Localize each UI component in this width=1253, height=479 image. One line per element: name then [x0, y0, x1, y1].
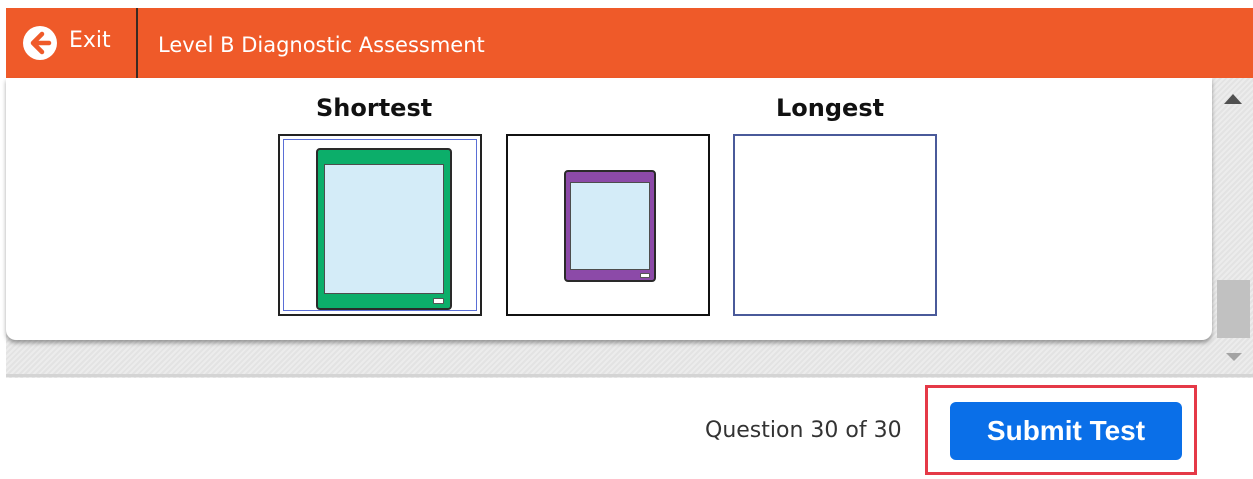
submit-test-button[interactable]: Submit Test — [950, 402, 1182, 460]
question-card: Shortest Longest — [6, 78, 1212, 340]
top-bar: Exit Level B Diagnostic Assessment — [6, 8, 1253, 78]
header-divider — [136, 8, 138, 78]
scroll-down-arrow-icon[interactable] — [1226, 353, 1242, 361]
vertical-scrollbar[interactable] — [1216, 78, 1253, 374]
exit-button[interactable]: Exit — [22, 24, 111, 62]
shortest-label: Shortest — [316, 94, 433, 122]
content-divider — [6, 374, 1253, 377]
footer-bar: Question 30 of 30 Submit Test — [0, 378, 1253, 479]
scroll-thumb[interactable] — [1217, 280, 1250, 338]
answer-slot-3[interactable] — [733, 134, 937, 316]
answer-slot-1[interactable] — [278, 134, 482, 316]
question-counter: Question 30 of 30 — [705, 418, 902, 443]
purple-tablet-image[interactable] — [564, 170, 656, 282]
exit-label: Exit — [69, 27, 111, 53]
tablet-home-button — [433, 298, 444, 304]
scroll-up-arrow-icon[interactable] — [1224, 94, 1242, 104]
tablet-screen — [324, 164, 444, 294]
longest-label: Longest — [776, 94, 885, 122]
tablet-home-button — [640, 273, 650, 278]
arrow-left-circle-icon — [22, 25, 58, 61]
tablet-screen — [570, 182, 650, 270]
answer-slot-2[interactable] — [506, 134, 710, 316]
assessment-title: Level B Diagnostic Assessment — [158, 33, 485, 57]
green-tablet-image[interactable] — [316, 148, 452, 310]
